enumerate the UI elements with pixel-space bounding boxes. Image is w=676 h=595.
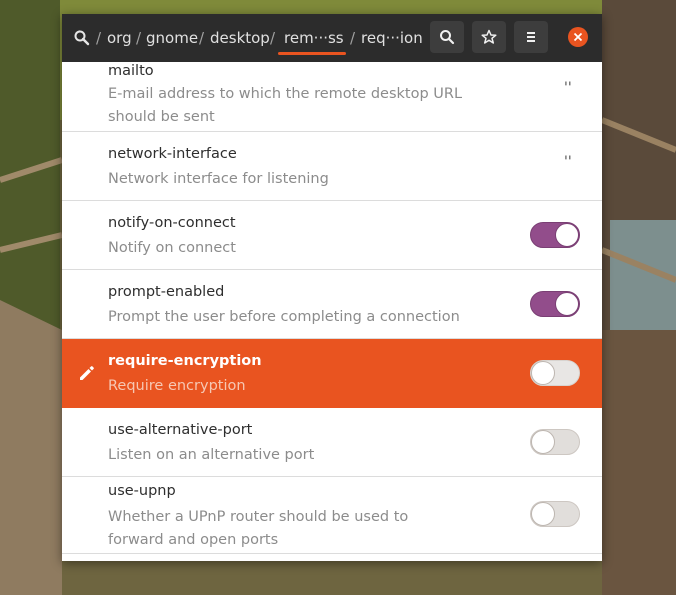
close-icon (573, 32, 583, 42)
breadcrumb-org[interactable]: org (107, 29, 132, 47)
switch-knob (531, 430, 555, 454)
key-row-use-alternative-port[interactable]: use-alternative-port Listen on an altern… (62, 408, 602, 477)
toggle-switch[interactable] (530, 291, 580, 317)
key-name: notify-on-connect (108, 215, 236, 231)
breadcrumb-gnome[interactable]: gnome (146, 29, 198, 47)
close-window-button[interactable] (568, 27, 588, 47)
dconf-editor-window: / org / gnome / desktop / rem···ss / req… (62, 14, 602, 561)
key-name: use-alternative-port (108, 422, 253, 438)
key-row-mailto[interactable]: mailto E-mail address to which the remot… (62, 62, 602, 132)
key-name: prompt-enabled (108, 284, 225, 300)
bookmarks-button[interactable] (472, 21, 506, 53)
breadcrumb-separator: / (136, 29, 142, 47)
key-value: '' (564, 154, 572, 170)
key-description: Whether a UPnP router should be used to … (108, 509, 409, 548)
search-location-icon[interactable] (72, 28, 92, 48)
active-breadcrumb-indicator (278, 52, 346, 55)
switch-knob (555, 223, 579, 247)
switch-knob (531, 361, 555, 385)
key-description: Network interface for listening (108, 171, 329, 187)
headerbar: / org / gnome / desktop / rem···ss / req… (62, 14, 602, 62)
breadcrumb-separator: / (270, 29, 276, 47)
switch-knob (555, 292, 579, 316)
toggle-switch[interactable] (530, 429, 580, 455)
key-name: use-upnp (108, 483, 176, 499)
key-description: Require encryption (108, 378, 246, 394)
menu-button[interactable] (514, 21, 548, 53)
key-name: network-interface (108, 146, 237, 162)
toggle-switch[interactable] (530, 222, 580, 248)
breadcrumb-remote-access[interactable]: rem···ss (284, 29, 344, 47)
key-value: '' (564, 80, 572, 96)
star-icon (481, 29, 497, 44)
toggle-switch[interactable] (530, 360, 580, 386)
key-row-use-upnp[interactable]: use-upnp Whether a UPnP router should be… (62, 477, 602, 554)
search-button[interactable] (430, 21, 464, 53)
key-description: Notify on connect (108, 240, 236, 256)
key-row-network-interface[interactable]: network-interface Network interface for … (62, 132, 602, 201)
hamburger-menu-icon (527, 32, 535, 42)
switch-knob (531, 502, 555, 526)
breadcrumb-separator: / (96, 29, 102, 47)
breadcrumb-require-encryption[interactable]: req···ion (361, 29, 423, 47)
key-name: require-encryption (108, 353, 262, 369)
pencil-edit-icon (80, 366, 94, 380)
key-name: mailto (108, 63, 154, 79)
key-description: Listen on an alternative port (108, 447, 315, 463)
toggle-switch[interactable] (530, 501, 580, 527)
key-description: Prompt the user before completing a conn… (108, 309, 460, 325)
key-row-notify-on-connect[interactable]: notify-on-connect Notify on connect (62, 201, 602, 270)
key-row-prompt-enabled[interactable]: prompt-enabled Prompt the user before co… (62, 270, 602, 339)
breadcrumb-separator: / (199, 29, 205, 47)
breadcrumb-separator: / (350, 29, 356, 47)
key-row-require-encryption[interactable]: require-encryption Require encryption (62, 339, 602, 408)
key-description: E-mail address to which the remote deskt… (108, 86, 463, 125)
breadcrumb-desktop[interactable]: desktop (210, 29, 270, 47)
search-icon (440, 30, 455, 45)
